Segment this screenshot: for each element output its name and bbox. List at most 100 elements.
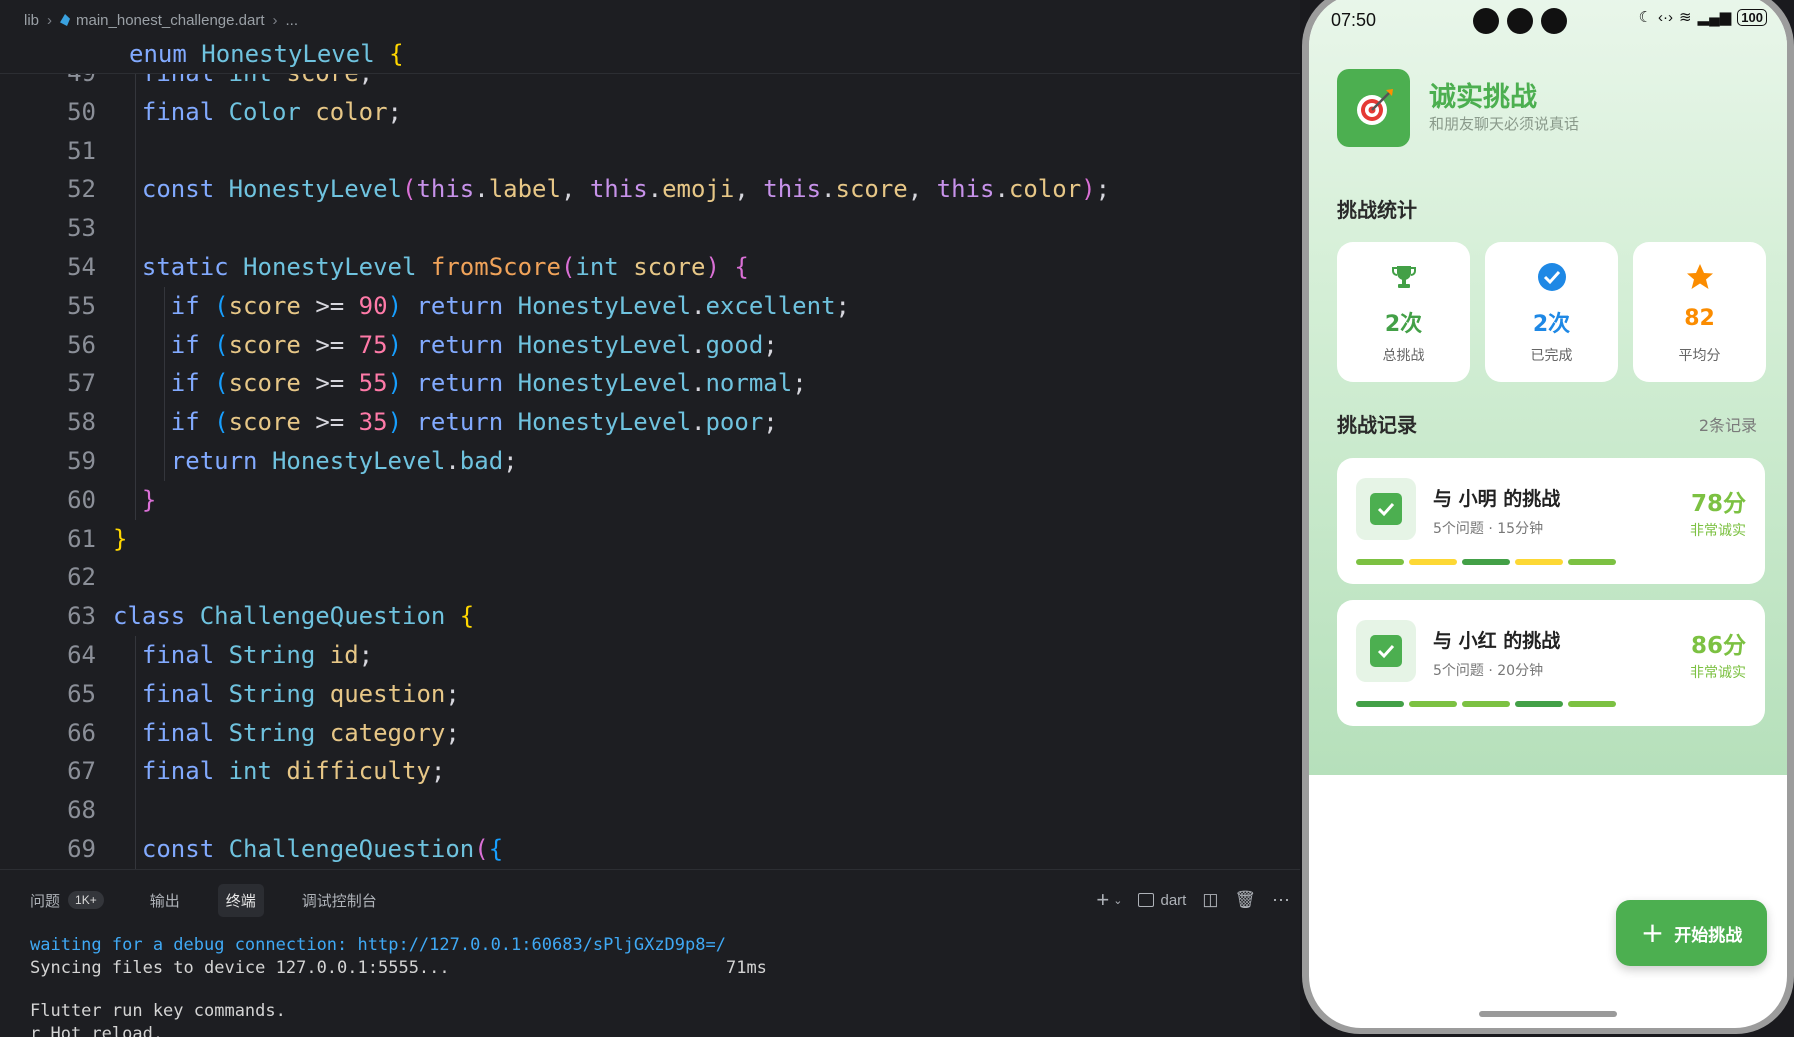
- code-token: id: [329, 641, 359, 669]
- code-line[interactable]: 68: [0, 791, 1300, 830]
- record-meta: 5个问题 · 20分钟: [1433, 663, 1544, 679]
- line-number: 61: [67, 524, 96, 553]
- code-token: ;: [503, 447, 518, 475]
- code-line[interactable]: 61}: [0, 520, 1300, 559]
- chevron-right-icon: ›: [47, 11, 53, 29]
- line-number: 50: [67, 97, 96, 126]
- panel-tab[interactable]: 调试控制台: [294, 884, 385, 917]
- code-token: if: [170, 369, 215, 398]
- answer-bar: [1515, 559, 1563, 565]
- code-token: ;: [358, 641, 374, 669]
- line-content: class ChallengeQuestion {: [113, 597, 474, 636]
- records-count: 2条记录: [1698, 416, 1757, 435]
- code-line[interactable]: 49 final int score;: [0, 74, 1300, 93]
- trash-icon[interactable]: 🗑: [1234, 890, 1256, 910]
- app-subtitle: 和朋友聊天必须说真话: [1429, 115, 1580, 133]
- code-token: (: [474, 835, 489, 863]
- indent-guide: [135, 442, 136, 481]
- code-token: score: [835, 175, 908, 204]
- code-token: this: [936, 175, 995, 204]
- indent-guide: [163, 286, 165, 326]
- line-content: final int difficulty;: [142, 752, 445, 791]
- code-token: bad: [459, 447, 504, 475]
- phone-emulator: 07:50 ☾ ‹·› ≋ ▂▄▆ 100 诚实挑战 和朋友聊天必须说真话 挑战…: [1302, 0, 1794, 1037]
- code-line[interactable]: 51: [0, 131, 1300, 171]
- code-token: enum: [129, 40, 202, 68]
- start-challenge-button[interactable]: + 开始挑战: [1616, 900, 1767, 966]
- indent-guide: [135, 713, 136, 753]
- code-token: final: [141, 679, 229, 708]
- code-line[interactable]: 67 final int difficulty;: [0, 752, 1300, 792]
- code-token: emoji: [662, 175, 735, 204]
- battery-icon: 100: [1737, 8, 1767, 26]
- new-terminal-icon[interactable]: +: [1096, 887, 1109, 913]
- stat-value: 2次: [1384, 312, 1423, 337]
- line-number: 65: [67, 679, 96, 708]
- code-token: color: [1008, 175, 1082, 204]
- code-line[interactable]: 60}: [0, 480, 1300, 520]
- split-terminal-icon[interactable]: ◫: [1202, 890, 1218, 910]
- stat-card: 82 平均分: [1633, 242, 1766, 382]
- answer-bar: [1409, 559, 1457, 565]
- line-content: final String question;: [142, 675, 460, 714]
- code-area[interactable]: 49 final int score; 50 final Color color; 51…: [0, 74, 1300, 869]
- code-token: HonestyLevel: [243, 253, 431, 281]
- breadcrumb-file[interactable]: main_honest_challenge.dart: [76, 12, 264, 29]
- terminal-selector[interactable]: dart: [1138, 892, 1186, 909]
- check-box-icon: [1370, 493, 1402, 525]
- code-line[interactable]: 55 if (score >= 90) return HonestyLevel.e…: [0, 286, 1300, 326]
- code-token: int: [228, 757, 287, 786]
- code-token: ): [387, 330, 417, 359]
- code-line[interactable]: 65 final String question;: [0, 674, 1300, 714]
- indent-guide: [135, 830, 136, 869]
- app-title: 诚实挑战: [1429, 82, 1537, 113]
- code-token: .: [994, 175, 1009, 204]
- indent-guide: [135, 480, 136, 520]
- line-number: 51: [67, 136, 96, 165]
- line-content: if (score >= 55) return HonestyLevel.nor…: [171, 364, 807, 403]
- chevron-down-icon[interactable]: ⌄: [1113, 894, 1122, 907]
- panel-tab[interactable]: 问题 1K+: [22, 884, 112, 917]
- code-line[interactable]: 64 final String id;: [0, 636, 1300, 675]
- code-token: ;: [835, 291, 850, 320]
- terminal-line: r Hot reload.: [30, 1024, 164, 1037]
- line-content: const HonestyLevel(this.label, this.emoj…: [142, 170, 1110, 209]
- answer-bar: [1356, 701, 1404, 707]
- panel-tab[interactable]: 终端: [217, 883, 264, 917]
- code-line[interactable]: 53: [0, 209, 1300, 248]
- code-line[interactable]: 56 if (score >= 75) return HonestyLevel.g…: [0, 325, 1300, 365]
- home-indicator[interactable]: [1479, 1011, 1617, 1017]
- code-token: Color: [228, 97, 316, 126]
- code-line[interactable]: 58 if (score >= 35) return HonestyLevel.p…: [0, 403, 1300, 442]
- code-token: .: [691, 369, 706, 398]
- breadcrumb-folder[interactable]: lib: [24, 12, 39, 29]
- code-token: {: [488, 835, 504, 863]
- code-token: final: [141, 97, 229, 126]
- record-score: 78分: [1690, 491, 1746, 517]
- code-line[interactable]: 63 class ChallengeQuestion {: [0, 597, 1300, 636]
- code-token: final: [141, 757, 229, 786]
- record-card[interactable]: 与 小明 的挑战 5个问题 · 15分钟 78分 非常诚实: [1337, 458, 1765, 584]
- code-token: ,: [560, 175, 590, 204]
- sticky-scroll-header[interactable]: enum HonestyLevel {: [0, 34, 1300, 74]
- code-line[interactable]: 54 static HonestyLevel fromScore(int scor…: [0, 248, 1300, 287]
- code-line[interactable]: 59 return HonestyLevel.bad;: [0, 442, 1300, 481]
- code-token: good: [705, 330, 764, 359]
- code-token: .: [821, 175, 836, 204]
- code-token: ;: [792, 369, 807, 398]
- line-number: 54: [67, 253, 96, 281]
- code-line[interactable]: 50 final Color color;: [0, 92, 1300, 132]
- stats-section-title: 挑战统计: [1337, 198, 1417, 222]
- panel-tab[interactable]: 输出: [142, 884, 188, 917]
- code-line[interactable]: 57 if (score >= 55) return HonestyLevel.n…: [0, 364, 1300, 404]
- terminal-output[interactable]: waiting for a debug connection: http://1…: [30, 934, 767, 1037]
- record-card[interactable]: 与 小红 的挑战 5个问题 · 20分钟 86分 非常诚实: [1337, 600, 1765, 726]
- code-line[interactable]: 66 final String category;: [0, 713, 1300, 753]
- code-line[interactable]: 62: [0, 558, 1300, 597]
- more-icon[interactable]: ⋯: [1272, 890, 1290, 911]
- camera-icon: [1473, 8, 1499, 34]
- indent-guide: [135, 74, 136, 93]
- breadcrumb-symbol[interactable]: ...: [285, 12, 298, 29]
- code-line[interactable]: 69 const ChallengeQuestion({: [0, 830, 1300, 869]
- code-line[interactable]: 52 const HonestyLevel(this.label, this.em…: [0, 170, 1300, 210]
